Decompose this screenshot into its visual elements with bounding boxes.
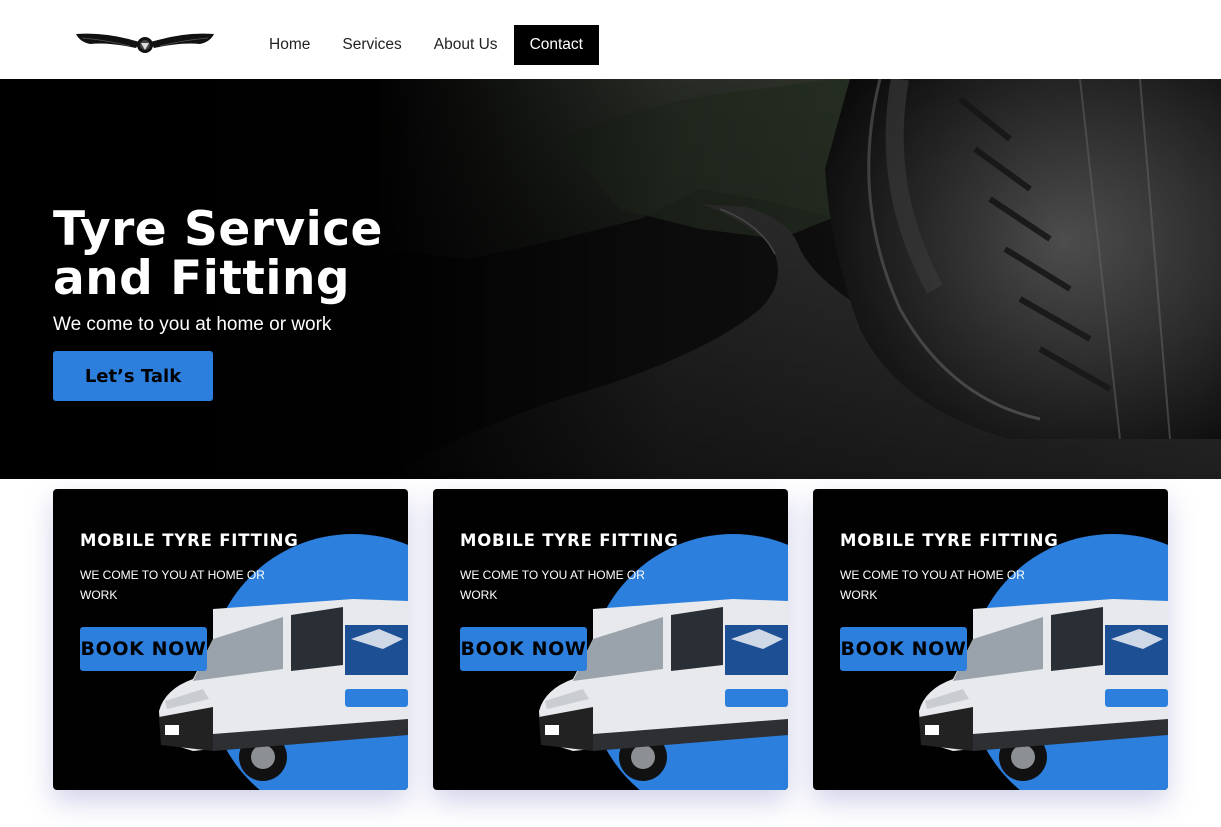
main-menu: Home Services About Us Contact [253,25,599,65]
book-now-button[interactable]: BOOK NOW [460,627,587,671]
card-text: We come to you at home or work [840,568,1025,602]
nav-services-link[interactable]: Services [326,25,417,65]
card-text: We come to you at home or work [80,568,265,602]
card-title: MOBILE TYRE FITTING [80,531,299,550]
book-now-button[interactable]: BOOK NOW [80,627,207,671]
hero-title-line1: Tyre Service [53,202,383,257]
hero-title-line2: and Fitting [53,251,351,306]
top-navigation: Home Services About Us Contact [0,0,1221,79]
book-now-button[interactable]: BOOK NOW [840,627,967,671]
hero-banner: Tyre Service and Fitting We come to you … [0,79,1221,479]
nav-home-link[interactable]: Home [253,25,326,65]
service-cards: MOBILE TYRE FITTING We come to you at ho… [53,489,1168,791]
card-text: We come to you at home or work [460,568,645,602]
service-card: MOBILE TYRE FITTING We come to you at ho… [433,489,788,790]
card-title: MOBILE TYRE FITTING [840,531,1059,550]
hero-title: Tyre Service and Fitting [53,205,473,303]
hero-subtitle: We come to you at home or work [53,314,332,335]
service-card: MOBILE TYRE FITTING We come to you at ho… [813,489,1168,790]
nav-contact-link[interactable]: Contact [513,25,599,65]
lets-talk-button[interactable]: Let’s Talk [53,351,213,401]
wings-logo-icon[interactable] [74,28,216,58]
nav-about-link[interactable]: About Us [418,25,514,65]
service-card: MOBILE TYRE FITTING We come to you at ho… [53,489,408,790]
card-title: MOBILE TYRE FITTING [460,531,679,550]
